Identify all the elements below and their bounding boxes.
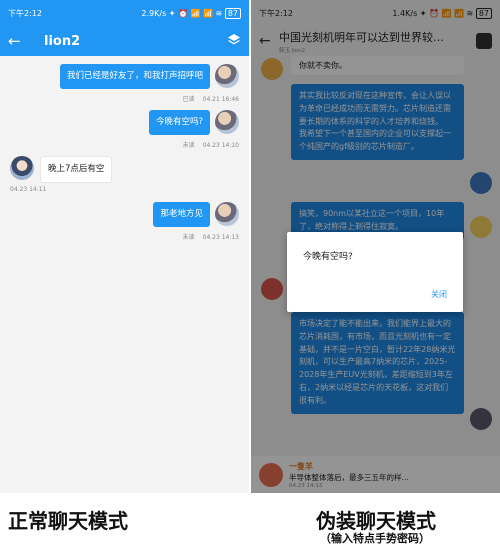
message-bubble[interactable]: 晚上7点后有空 xyxy=(40,156,113,183)
read-status: 已读 xyxy=(182,96,195,103)
message-bubble[interactable]: 今晚有空吗? xyxy=(148,110,210,135)
caption-disguise-subtitle: （输入特点手势密码） xyxy=(320,532,430,545)
message-time: 04.21 16:46 xyxy=(202,96,239,103)
status-indicators: 2.9K/s ✦ ⏰ 📶 📶 ≋ 87 xyxy=(141,7,241,19)
message-meta: 已读 04.21 16:46 xyxy=(183,94,239,103)
message-meta: 未读 04.23 14:10 xyxy=(183,140,239,149)
network-speed: 2.9K/s xyxy=(141,8,167,18)
status-bar: 下午2:12 2.9K/s ✦ ⏰ 📶 📶 ≋ 87 xyxy=(0,0,249,26)
message-list[interactable]: 我们已经是好友了，和我打声招呼吧 已读 04.21 16:46 今晚有空吗? 未读… xyxy=(0,56,249,493)
read-status: 未读 xyxy=(182,234,195,241)
message-time: 04.23 14:11 xyxy=(10,186,47,193)
avatar[interactable] xyxy=(215,64,239,88)
battery-icon: 87 xyxy=(224,7,241,19)
layers-icon[interactable] xyxy=(227,32,241,51)
read-status: 未读 xyxy=(182,142,195,149)
avatar[interactable] xyxy=(10,156,34,180)
message-meta: 未读 04.23 14:13 xyxy=(183,232,239,241)
message-time: 04.23 14:13 xyxy=(202,234,239,241)
chat-title: lion2 xyxy=(44,33,81,49)
message-bubble[interactable]: 我们已经是好友了，和我打声招呼吧 xyxy=(59,64,210,89)
chat-app-bar: ← lion2 xyxy=(0,26,249,56)
signal-icons: ✦ ⏰ 📶 📶 ≋ xyxy=(168,8,223,18)
dialog-message: 今晚有空吗? xyxy=(303,252,353,262)
normal-chat-screen: 下午2:12 2.9K/s ✦ ⏰ 📶 📶 ≋ 87 ← lion2 我们已经是… xyxy=(0,0,249,493)
avatar[interactable] xyxy=(215,110,239,134)
caption-normal-mode: 正常聊天模式 xyxy=(8,509,128,533)
status-time: 下午2:12 xyxy=(8,8,42,18)
back-arrow-icon[interactable]: ← xyxy=(8,32,30,50)
avatar[interactable] xyxy=(215,202,239,226)
message-meta: 04.23 14:11 xyxy=(10,186,46,193)
disguised-chat-screen: 下午2:12 1.4K/s ✦ ⏰ 📶 📶 ≋ 87 ← 中国光刻机明年可以达到… xyxy=(251,0,500,493)
close-button[interactable]: 关闭 xyxy=(431,289,447,300)
message-row: 晚上7点后有空 xyxy=(10,156,113,183)
message-dialog: 今晚有空吗? 关闭 xyxy=(287,232,463,312)
message-row: 我们已经是好友了，和我打声招呼吧 xyxy=(59,64,239,89)
message-time: 04.23 14:10 xyxy=(202,142,239,149)
message-bubble[interactable]: 那老地方见 xyxy=(153,202,210,227)
message-row: 那老地方见 xyxy=(153,202,239,227)
message-row: 今晚有空吗? xyxy=(148,110,239,135)
